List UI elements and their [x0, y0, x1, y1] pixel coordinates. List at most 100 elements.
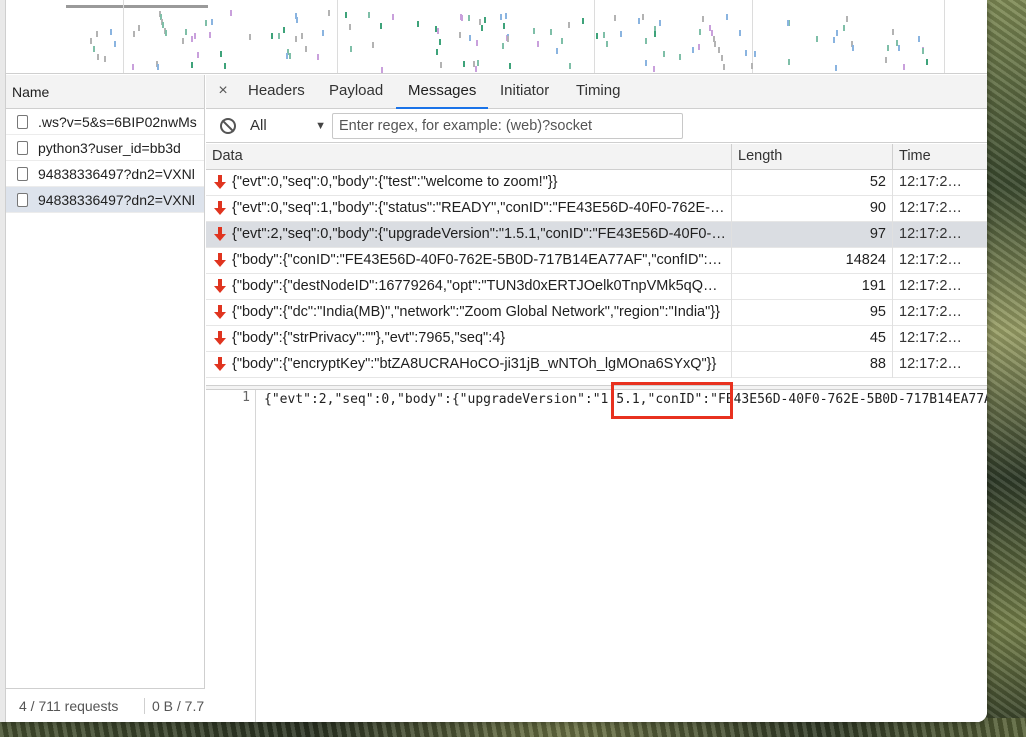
message-time: 12:17:2…: [892, 170, 987, 196]
waterfall-tick: [537, 41, 539, 47]
waterfall-tick: [502, 43, 504, 49]
request-row[interactable]: .ws?v=5&s=6BIP02nwMs: [6, 109, 204, 135]
message-length: 191: [731, 274, 892, 300]
waterfall-tick: [296, 17, 298, 23]
waterfall-tick: [372, 42, 374, 48]
tab-initiator[interactable]: Initiator: [488, 75, 561, 109]
column-header-length[interactable]: Length: [731, 144, 892, 170]
message-type-select[interactable]: All ▼: [250, 117, 326, 137]
waterfall-tick: [926, 59, 928, 65]
transfer-size: 0 B / 7.7 MB: [152, 698, 205, 714]
arrow-down-icon: [214, 175, 226, 190]
message-time: 12:17:2…: [892, 326, 987, 352]
waterfall-tick: [500, 14, 502, 20]
waterfall-tick: [726, 14, 728, 20]
waterfall-tick: [322, 30, 324, 36]
request-count: 4 / 711 requests: [19, 698, 119, 714]
message-row[interactable]: {"body":{"encryptKey":"btZA8UCRAHoCO-ji3…: [206, 352, 987, 378]
waterfall-tick: [392, 14, 394, 20]
request-row[interactable]: python3?user_id=bb3d: [6, 135, 204, 161]
message-row[interactable]: {"body":{"dc":"India(MB)","network":"Zoo…: [206, 300, 987, 326]
waterfall-tick: [368, 12, 370, 18]
waterfall-tick: [606, 41, 608, 47]
message-row[interactable]: {"body":{"destNodeID":16779264,"opt":"TU…: [206, 274, 987, 300]
waterfall-tick: [283, 27, 285, 33]
waterfall-divider: [594, 0, 595, 73]
request-row[interactable]: 94838336497?dn2=VXNl: [6, 187, 204, 213]
column-header-time[interactable]: Time: [892, 144, 987, 170]
waterfall-tick: [381, 67, 383, 73]
message-length: 45: [731, 326, 892, 352]
message-content-viewer[interactable]: 1 {"evt":2,"seq":0,"body":{"upgradeVersi…: [206, 390, 987, 722]
waterfall-tick: [211, 19, 213, 25]
waterfall-tick: [692, 47, 694, 53]
tab-timing[interactable]: Timing: [564, 75, 632, 109]
waterfall-tick: [739, 30, 741, 36]
request-name: python3?user_id=bb3d: [38, 140, 181, 156]
network-waterfall-overview[interactable]: [0, 0, 987, 74]
waterfall-tick: [317, 54, 319, 60]
message-time: 12:17:2…: [892, 222, 987, 248]
waterfall-tick: [645, 38, 647, 44]
waterfall-tick: [345, 12, 347, 18]
request-name: .ws?v=5&s=6BIP02nwMs: [38, 114, 197, 130]
arrow-down-icon: [214, 305, 226, 320]
waterfall-tick: [197, 52, 199, 58]
waterfall-tick: [718, 47, 720, 53]
request-name-panel: Name .ws?v=5&s=6BIP02nwMs python3?user_id…: [6, 75, 205, 722]
waterfall-tick: [476, 40, 478, 46]
waterfall-tick: [852, 45, 854, 51]
waterfall-tick: [104, 56, 106, 62]
tab-messages[interactable]: Messages: [396, 75, 489, 109]
messages-table-header: Data Length Time: [206, 144, 987, 170]
waterfall-tick: [93, 46, 95, 52]
waterfall-tick: [97, 54, 99, 60]
waterfall-tick: [110, 29, 112, 35]
tab-headers[interactable]: Headers: [236, 75, 317, 109]
desktop-background: [986, 0, 1026, 737]
waterfall-divider: [944, 0, 945, 73]
file-icon: [17, 193, 28, 207]
request-summary-footer: 4 / 711 requests 0 B / 7.7 MB: [6, 688, 205, 722]
request-row[interactable]: 94838336497?dn2=VXNl: [6, 161, 204, 187]
waterfall-tick: [481, 25, 483, 31]
waterfall-tick: [328, 10, 330, 16]
message-row[interactable]: {"body":{"conID":"FE43E56D-40F0-762E-5B0…: [206, 248, 987, 274]
message-type-value: All: [250, 117, 267, 134]
waterfall-tick: [350, 46, 352, 52]
waterfall-tick: [751, 63, 753, 69]
waterfall-tick: [205, 20, 207, 26]
column-header-data[interactable]: Data: [206, 144, 731, 170]
block-icon[interactable]: [220, 118, 236, 134]
waterfall-tick: [230, 10, 232, 16]
message-data: {"body":{"destNodeID":16779264,"opt":"TU…: [232, 278, 731, 294]
waterfall-tick: [903, 64, 905, 70]
message-data: {"evt":0,"seq":1,"body":{"status":"READY…: [232, 200, 731, 216]
waterfall-tick: [182, 38, 184, 44]
close-icon[interactable]: ×: [214, 75, 232, 109]
name-column-header[interactable]: Name: [6, 75, 204, 109]
message-row[interactable]: {"body":{"strPrivacy":""},"evt":7965,"se…: [206, 326, 987, 352]
tab-payload[interactable]: Payload: [317, 75, 395, 109]
waterfall-range-bar: [66, 5, 208, 8]
message-row[interactable]: {"evt":2,"seq":0,"body":{"upgradeVersion…: [206, 222, 987, 248]
waterfall-tick: [484, 17, 486, 23]
waterfall-tick: [96, 31, 98, 37]
arrow-down-icon: [214, 227, 226, 242]
message-filter-input[interactable]: [332, 113, 683, 139]
message-data: {"evt":0,"seq":0,"body":{"test":"welcome…: [232, 174, 558, 190]
message-code-line[interactable]: {"evt":2,"seq":0,"body":{"upgradeVersion…: [264, 390, 987, 410]
waterfall-tick: [220, 51, 222, 57]
waterfall-tick: [459, 32, 461, 38]
request-name: 94838336497?dn2=VXNl: [38, 166, 195, 182]
message-data: {"body":{"conID":"FE43E56D-40F0-762E-5B0…: [232, 252, 731, 268]
arrow-down-icon: [214, 331, 226, 346]
message-row[interactable]: {"evt":0,"seq":1,"body":{"status":"READY…: [206, 196, 987, 222]
waterfall-tick: [614, 15, 616, 21]
message-row[interactable]: {"evt":0,"seq":0,"body":{"test":"welcome…: [206, 170, 987, 196]
message-length: 88: [731, 352, 892, 378]
message-data: {"evt":2,"seq":0,"body":{"upgradeVersion…: [232, 226, 731, 242]
waterfall-tick: [209, 32, 211, 38]
message-length: 52: [731, 170, 892, 196]
waterfall-tick: [835, 65, 837, 71]
